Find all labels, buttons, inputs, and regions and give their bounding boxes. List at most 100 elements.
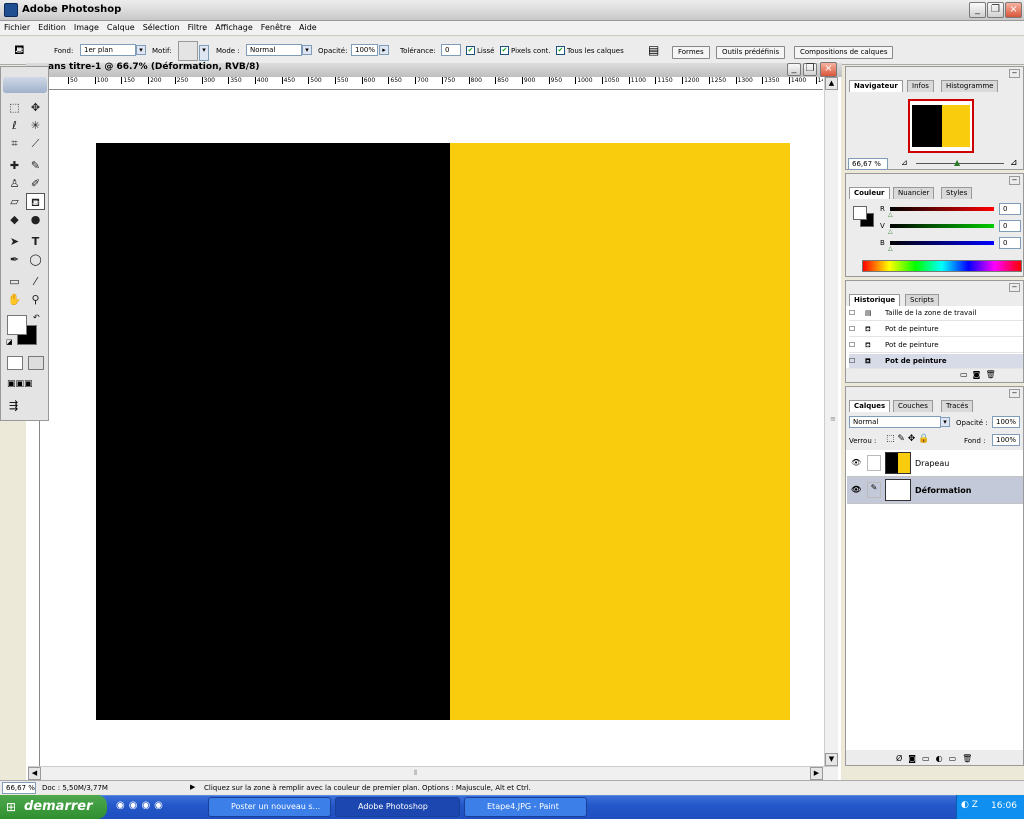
tab-histogramme[interactable]: Histogramme [941, 80, 999, 92]
tab-historique[interactable]: Historique [849, 294, 901, 306]
scroll-right-icon[interactable]: ▶ [810, 767, 823, 780]
maximize-button[interactable]: ❐ [987, 2, 1004, 18]
brush-tool-icon[interactable]: ✎ [26, 157, 45, 174]
foreground-color-swatch[interactable] [7, 315, 27, 335]
shape-tool-icon[interactable]: ◯ [26, 251, 45, 268]
eye-icon[interactable]: 👁 [851, 485, 861, 494]
channel-b-input[interactable]: 0 [999, 237, 1021, 249]
mode-select[interactable]: Normal [246, 44, 302, 56]
fond-dropdown-icon[interactable]: ▾ [136, 45, 146, 55]
navigator-zoom-field[interactable]: 66,67 % [848, 158, 888, 170]
history-item[interactable]: ☐ ⛾ Pot de peinture [849, 338, 1023, 353]
opacity-input[interactable]: 100% [351, 44, 378, 56]
channel-v-slider[interactable] [890, 224, 994, 228]
paint-bucket-tool-icon[interactable]: ⛾ [14, 43, 25, 60]
menu-selection[interactable]: Sélection [139, 21, 184, 32]
type-tool-icon[interactable]: T [26, 233, 45, 250]
color-fg-swatch[interactable] [853, 206, 867, 220]
mode-dropdown-icon[interactable]: ▾ [302, 45, 312, 55]
channel-b-slider[interactable] [890, 241, 994, 245]
channel-v-input[interactable]: 0 [999, 220, 1021, 232]
layer-row-drapeau[interactable]: 👁 Drapeau [847, 450, 1023, 477]
color-panel-collapse-icon[interactable]: − [1009, 176, 1020, 185]
tab-navigateur[interactable]: Navigateur [849, 80, 903, 92]
channel-r-slider[interactable] [890, 207, 994, 211]
minimize-button[interactable]: _ [969, 2, 986, 18]
close-button[interactable]: × [1005, 2, 1022, 18]
history-brush-icon[interactable]: ✐ [26, 175, 45, 192]
menu-image[interactable]: Image [70, 21, 103, 32]
path-selection-icon[interactable]: ➤ [5, 233, 24, 250]
tous-calques-checkbox[interactable]: ✔ [556, 46, 565, 55]
flag-yellow-half[interactable] [450, 143, 790, 720]
lasso-tool-icon[interactable]: ℓ [5, 117, 24, 134]
doc-maximize-button[interactable]: ❐ [803, 63, 817, 76]
menu-affichage[interactable]: Affichage [211, 21, 257, 32]
history-snapshot-icons[interactable]: ▭ ◙ 🗑 [960, 370, 996, 379]
hand-tool-icon[interactable]: ✋ [5, 291, 24, 308]
slice-tool-icon[interactable]: ⟋ [26, 135, 45, 152]
pixels-cont-checkbox[interactable]: ✔ [500, 46, 509, 55]
history-item[interactable]: ☐ ▤ Taille de la zone de travail [849, 306, 1023, 321]
dodge-tool-icon[interactable]: ● [26, 211, 45, 228]
tab-couleur[interactable]: Couleur [849, 187, 890, 199]
doc-close-button[interactable]: × [820, 62, 837, 77]
tray-icons[interactable]: ◐ Z [961, 800, 978, 810]
well-compositions-calques[interactable]: Compositions de calques [794, 46, 894, 59]
blend-dropdown-icon[interactable]: ▾ [940, 417, 950, 427]
navigator-proxy-box[interactable] [908, 99, 974, 153]
menu-fenetre[interactable]: Fenêtre [257, 21, 295, 32]
tab-calques[interactable]: Calques [849, 400, 891, 412]
b-slider-thumb-icon[interactable]: △ [888, 245, 893, 252]
eraser-tool-icon[interactable]: ▱ [5, 193, 24, 210]
move-tool-icon[interactable]: ✥ [26, 99, 45, 116]
horizontal-scrollbar[interactable]: ◀ ▶ ⦀ [28, 766, 838, 780]
tab-infos[interactable]: Infos [907, 80, 934, 92]
fond-select[interactable]: 1er plan [80, 44, 136, 56]
quick-launch-icons[interactable]: ◉◉◉◉ [116, 800, 167, 811]
task-paint[interactable]: Etape4.JPG - Paint [464, 797, 587, 817]
scroll-up-icon[interactable]: ▲ [825, 77, 838, 90]
menu-filtre[interactable]: Filtre [184, 21, 212, 32]
tab-couches[interactable]: Couches [893, 400, 933, 412]
lisse-checkbox[interactable]: ✔ [466, 46, 475, 55]
pattern-swatch[interactable] [178, 41, 198, 61]
pen-tool-icon[interactable]: ✒ [5, 251, 24, 268]
vertical-scrollbar[interactable]: ▲ ▼ ≡ [824, 77, 838, 767]
history-item-selected[interactable]: ☐ ⛾ Pot de peinture [849, 354, 1023, 369]
tab-scripts[interactable]: Scripts [905, 294, 939, 306]
layer-action-icons[interactable]: Ø◙▭◐▭🗑 [896, 754, 978, 763]
history-collapse-icon[interactable]: − [1009, 283, 1020, 292]
doc-minimize-button[interactable]: _ [787, 63, 801, 76]
layers-collapse-icon[interactable]: − [1009, 389, 1020, 398]
opacity-arrow-icon[interactable]: ▸ [379, 45, 389, 55]
flag-black-half[interactable] [96, 143, 450, 720]
layer-row-deformation[interactable]: 👁 ✎ Déformation [847, 477, 1023, 504]
channel-r-input[interactable]: 0 [999, 203, 1021, 215]
r-slider-thumb-icon[interactable]: △ [888, 211, 893, 218]
blur-tool-icon[interactable]: ◆ [5, 211, 24, 228]
file-browser-icon[interactable]: ▤ [648, 43, 659, 57]
pattern-dropdown-icon[interactable]: ▾ [199, 45, 209, 61]
lock-icons[interactable]: ⬚ ✎ ✥ 🔒 [886, 434, 929, 444]
swap-colors-icon[interactable]: ↶ [33, 313, 40, 322]
paint-bucket-icon[interactable]: ⛾ [26, 193, 45, 210]
zoom-out-icon[interactable]: ⊿ [901, 158, 908, 167]
well-formes[interactable]: Formes [672, 46, 710, 59]
healing-brush-icon[interactable]: ✚ [5, 157, 24, 174]
zoom-in-icon[interactable]: ⊿ [1010, 158, 1018, 168]
notes-tool-icon[interactable]: ▭ [5, 273, 24, 290]
quick-mask-icon[interactable] [28, 356, 44, 370]
tolerance-input[interactable]: 0 [441, 44, 461, 56]
scroll-left-icon[interactable]: ◀ [28, 767, 41, 780]
tab-styles[interactable]: Styles [941, 187, 973, 199]
eyedropper-icon[interactable]: ⁄ [26, 273, 45, 290]
zoom-tool-icon[interactable]: ⚲ [26, 291, 45, 308]
zoom-slider-thumb-icon[interactable]: ▲ [954, 158, 960, 167]
v-slider-thumb-icon[interactable]: △ [888, 228, 893, 235]
screen-mode-icons[interactable]: ▣▣▣ [7, 379, 33, 389]
status-zoom[interactable]: 66,67 % [2, 782, 36, 794]
status-arrow-icon[interactable]: ▶ [190, 783, 195, 791]
menu-aide[interactable]: Aide [295, 21, 321, 32]
tab-traces[interactable]: Tracés [941, 400, 974, 412]
